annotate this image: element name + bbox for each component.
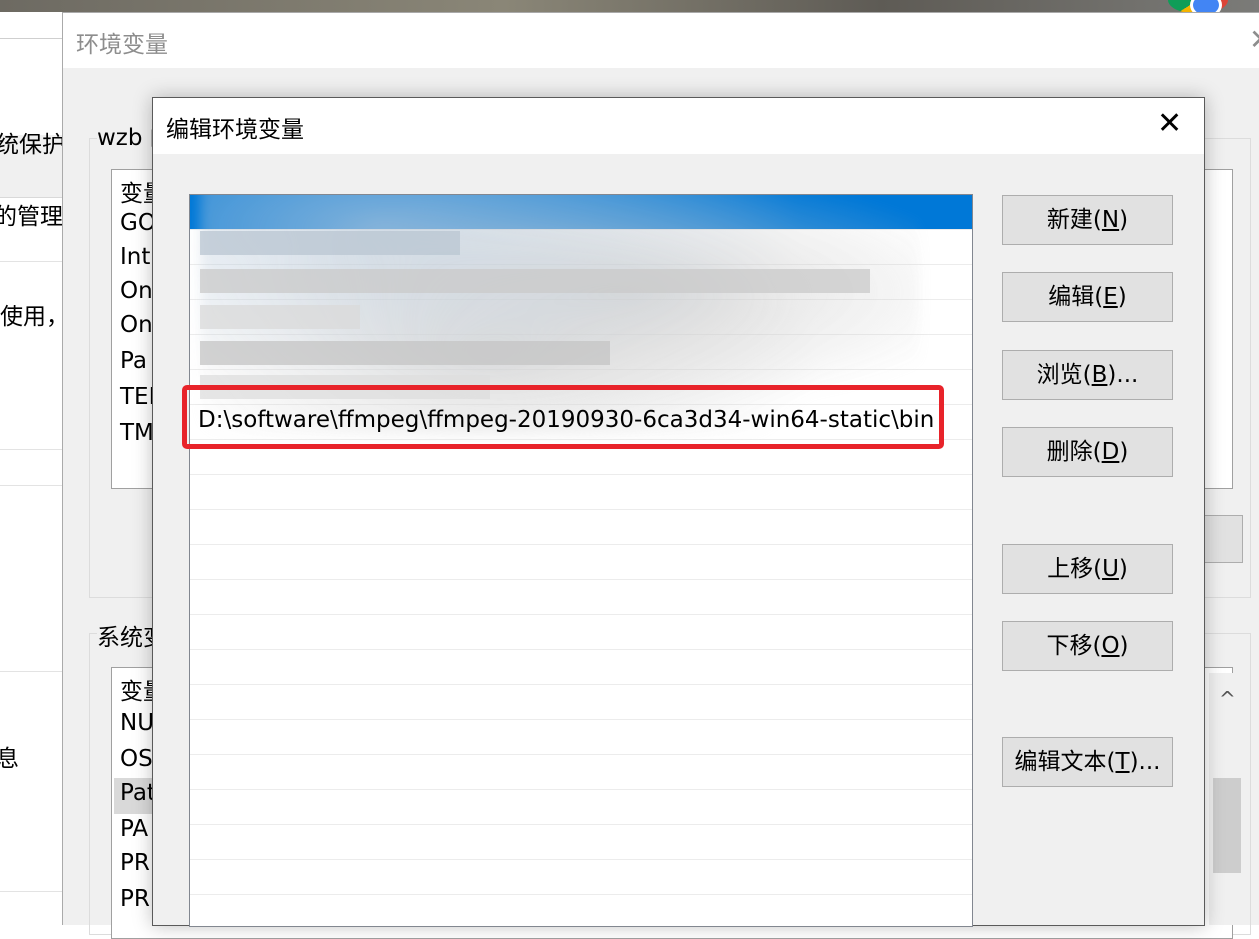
system-var-item[interactable]: OS xyxy=(120,746,153,772)
move-up-button-end: ) xyxy=(1118,556,1128,582)
move-up-button-key: U xyxy=(1102,556,1119,582)
system-var-item[interactable]: PR xyxy=(120,886,150,912)
row-divider xyxy=(190,509,972,510)
red-highlight-annotation xyxy=(182,385,944,449)
scroll-up-icon[interactable]: ^ xyxy=(1219,687,1236,711)
row-divider xyxy=(190,824,972,825)
new-button-end: ) xyxy=(1119,207,1129,233)
user-var-item[interactable]: On xyxy=(120,312,153,338)
env-window-title: 环境变量 xyxy=(76,32,168,58)
row-divider xyxy=(190,649,972,650)
delete-button-label: 删除( xyxy=(1046,439,1102,465)
delete-button-end: ) xyxy=(1119,439,1129,465)
move-down-button-label: 下移( xyxy=(1046,633,1102,659)
delete-button[interactable]: 删除(D) xyxy=(1002,427,1173,477)
user-var-item[interactable]: TM xyxy=(120,420,154,446)
browse-button-label: 浏览( xyxy=(1036,362,1092,388)
edit-environment-variable-dialog: 编辑环境变量 ✕ D:\software\ffmpeg\ffmpeg-20190… xyxy=(152,97,1205,927)
edit-button-label: 编辑( xyxy=(1048,284,1104,310)
user-var-item[interactable]: On xyxy=(120,278,153,304)
desktop-background xyxy=(0,0,1259,12)
browse-button-end: )... xyxy=(1107,362,1139,388)
usage-text-fragment: 使用， xyxy=(0,304,69,330)
row-divider xyxy=(190,544,972,545)
edit-dialog-titlebar: 编辑环境变量 ✕ xyxy=(153,98,1204,154)
user-var-item[interactable]: TEI xyxy=(120,384,155,410)
system-var-item[interactable]: Pat xyxy=(120,780,156,806)
info-text-fragment: 息 xyxy=(0,746,19,772)
edit-dialog-title: 编辑环境变量 xyxy=(166,117,304,143)
new-button[interactable]: 新建(N) xyxy=(1002,195,1173,245)
divider xyxy=(0,449,64,450)
row-divider xyxy=(190,789,972,790)
user-var-item[interactable]: Int xyxy=(120,244,150,270)
row-divider xyxy=(190,719,972,720)
user-var-button-partial[interactable] xyxy=(1201,515,1243,563)
system-properties-window: 统保护 的管理员 使用， 息 xyxy=(0,38,86,925)
move-up-button[interactable]: 上移(U) xyxy=(1002,544,1173,594)
edit-text-button-end: )... xyxy=(1129,749,1161,775)
pixelated-entry xyxy=(200,305,360,329)
delete-button-key: D xyxy=(1101,439,1120,465)
edit-button-end: ) xyxy=(1117,284,1127,310)
env-window-titlebar: 环境变量 ✕ xyxy=(63,13,1259,68)
new-button-key: N xyxy=(1101,207,1120,233)
pixelated-entry xyxy=(200,269,870,293)
divider xyxy=(0,671,64,672)
system-var-item[interactable]: PA xyxy=(120,816,148,842)
edit-button[interactable]: 编辑(E) xyxy=(1002,272,1173,322)
edit-button-key: E xyxy=(1103,284,1118,310)
edit-text-button[interactable]: 编辑文本(T)... xyxy=(1002,737,1173,787)
row-divider xyxy=(190,474,972,475)
close-icon[interactable]: ✕ xyxy=(1157,106,1182,141)
edit-text-button-key: T xyxy=(1115,749,1130,775)
pixelated-entry xyxy=(200,231,460,255)
user-var-item[interactable]: GO xyxy=(120,210,156,236)
env-close-icon[interactable]: ✕ xyxy=(1249,23,1259,56)
row-divider xyxy=(190,754,972,755)
row-divider xyxy=(190,684,972,685)
move-down-button[interactable]: 下移(O) xyxy=(1002,621,1173,671)
edit-text-button-label: 编辑文本( xyxy=(1014,749,1116,775)
system-protection-fragment[interactable]: 统保护 xyxy=(0,125,65,159)
row-divider xyxy=(190,894,972,895)
browse-button[interactable]: 浏览(B)... xyxy=(1002,350,1173,400)
new-button-label: 新建( xyxy=(1046,207,1102,233)
divider xyxy=(0,891,64,892)
user-var-item[interactable]: Pa xyxy=(120,348,147,374)
path-entries-list[interactable]: D:\software\ffmpeg\ffmpeg-20190930-6ca3d… xyxy=(189,194,973,927)
divider xyxy=(0,261,64,262)
move-up-button-label: 上移( xyxy=(1047,556,1103,582)
divider xyxy=(0,485,64,486)
row-divider xyxy=(190,859,972,860)
row-divider xyxy=(190,579,972,580)
pixelated-entry xyxy=(200,341,610,365)
system-var-item[interactable]: NU xyxy=(120,710,154,736)
scrollbar-thumb[interactable] xyxy=(1213,778,1241,873)
move-down-button-end: ) xyxy=(1119,633,1129,659)
move-down-button-key: O xyxy=(1101,633,1120,659)
system-var-item[interactable]: PR xyxy=(120,850,150,876)
row-divider xyxy=(190,614,972,615)
browse-button-key: B xyxy=(1091,362,1108,388)
